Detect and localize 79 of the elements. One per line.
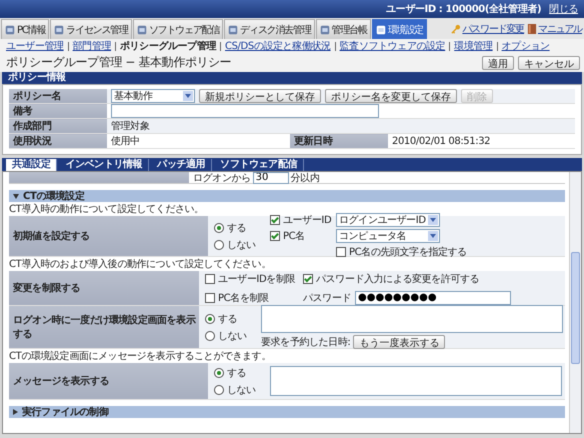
- book-icon: [526, 24, 537, 34]
- scroll-thumb[interactable]: [571, 252, 580, 364]
- current-page-label: ポリシーグループ管理: [120, 39, 216, 53]
- minutes-field[interactable]: 30: [252, 172, 289, 184]
- show-again-button[interactable]: もう一度表示する: [353, 335, 446, 349]
- main-tab[interactable]: 環境設定: [372, 19, 428, 39]
- description-text: CT導入時の動作について設定してください。: [9, 203, 205, 216]
- field-label: ポリシー名: [9, 89, 107, 104]
- setting-label: 初期値を設定する: [9, 216, 208, 256]
- value-select[interactable]: ログインユーザーID: [336, 213, 440, 227]
- field-value: 2010/02/01 08:51:32: [392, 136, 490, 146]
- checkbox-option[interactable]: パスワード入力による変更を許可する: [303, 272, 565, 286]
- sub-tab[interactable]: 共通設定: [6, 159, 58, 171]
- triangle-icon: [13, 194, 19, 198]
- radio-option[interactable]: しない: [214, 382, 262, 396]
- section-toggle[interactable]: 実行ファイルの制御: [9, 406, 565, 418]
- section-header: ポリシー情報: [2, 72, 582, 84]
- text-area[interactable]: [270, 366, 562, 396]
- page-title: ポリシーグループ管理 − 基本動作ポリシー: [6, 54, 232, 71]
- scrollbar[interactable]: [569, 172, 581, 433]
- radio-option[interactable]: する: [205, 312, 253, 326]
- sub-nav-link[interactable]: ユーザー管理: [6, 39, 64, 53]
- tab-icon: [5, 24, 15, 34]
- field-label: 更新日時: [290, 134, 388, 148]
- policy-button[interactable]: ポリシー名を変更して保存: [325, 89, 457, 103]
- field-label: ログオンから: [193, 172, 251, 184]
- tab-icon: [376, 24, 386, 34]
- password-field[interactable]: ●●●●●●●●●: [355, 290, 512, 304]
- user-label: ユーザーID : 100000(全社管理者): [386, 2, 542, 16]
- text-area[interactable]: [261, 305, 563, 333]
- description-text: CT導入時のおよび導入後の動作について設定してください。: [9, 258, 272, 271]
- main-tab[interactable]: ソフトウェア配信: [132, 19, 224, 39]
- sub-nav-link[interactable]: 部門管理: [72, 39, 112, 53]
- note-field[interactable]: [111, 104, 379, 118]
- main-tab[interactable]: ライセンス管理: [50, 19, 132, 39]
- caret-icon: [183, 91, 193, 101]
- field-label: 使用状況: [9, 134, 107, 148]
- field-label: パスワード: [303, 292, 352, 304]
- field-label: 分以内: [290, 172, 320, 184]
- checkbox-option[interactable]: ユーザーIDを制限: [205, 272, 293, 286]
- radio-option[interactable]: しない: [214, 238, 262, 252]
- value-select[interactable]: コンピュータ名: [336, 229, 440, 243]
- tab-icon: [136, 24, 147, 34]
- key-icon: [451, 24, 462, 34]
- setting-label: ログオン時に一度だけ環境設定画面を表示する: [9, 306, 199, 348]
- radio-option[interactable]: しない: [205, 328, 253, 342]
- checkbox-option[interactable]: ユーザーID: [270, 213, 334, 227]
- main-tab[interactable]: 管理台帳: [316, 19, 371, 39]
- policy-button[interactable]: 新規ポリシーとして保存: [199, 89, 321, 103]
- policy-select[interactable]: 基本動作: [111, 89, 195, 103]
- main-tab[interactable]: PC情報: [1, 19, 50, 39]
- checkbox-option[interactable]: PC名: [270, 229, 334, 243]
- sub-nav-link[interactable]: 監査ソフトウェアの設定: [340, 39, 446, 53]
- checkbox-option[interactable]: PC名を制限: [205, 290, 293, 304]
- description-text: CTの環境設定画面にメッセージを表示することができます。: [9, 350, 272, 363]
- tab-icon: [228, 24, 238, 34]
- tab-icon: [54, 24, 64, 34]
- checkbox-option[interactable]: PC名の先頭文字を指定する: [270, 245, 467, 259]
- logout-link[interactable]: 閉じる: [549, 2, 578, 16]
- header-link[interactable]: マニュアル: [526, 22, 582, 36]
- field-label: 備考: [9, 104, 107, 118]
- setting-label: 変更を制限する: [9, 271, 199, 305]
- sub-nav-link[interactable]: 環境管理: [454, 39, 493, 53]
- field-label: 作成部門: [9, 118, 107, 134]
- sub-nav-link[interactable]: オプション: [502, 39, 550, 53]
- triangle-icon: [13, 409, 18, 415]
- header-link[interactable]: パスワード変更: [451, 22, 524, 36]
- page-button[interactable]: 適用: [482, 56, 514, 70]
- main-tab[interactable]: ディスク消去管理: [224, 19, 315, 39]
- tab-icon: [320, 24, 330, 34]
- field-value: 使用中: [111, 136, 140, 147]
- field-value: 管理対象: [111, 121, 150, 132]
- field-label: 要求を予約した日時:: [261, 336, 350, 349]
- page-button[interactable]: キャンセル: [518, 56, 580, 70]
- radio-option[interactable]: する: [214, 366, 262, 380]
- setting-label: メッセージを表示する: [9, 363, 208, 399]
- sub-nav-link[interactable]: CS/DSの設定と稼働状況: [225, 39, 331, 53]
- section-toggle[interactable]: CTの環境設定: [9, 190, 565, 202]
- radio-option[interactable]: する: [214, 220, 262, 234]
